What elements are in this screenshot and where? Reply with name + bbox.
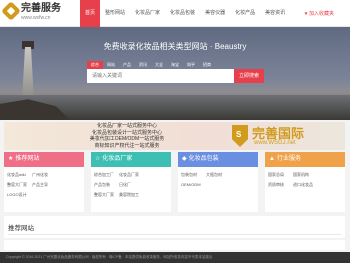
star-icon: ★ [8, 156, 14, 162]
main-nav: 首页 整形网站 化妆品厂家 化妆品包装 美容仪器 化妆产品 美容资讯 [80, 0, 290, 27]
logo-subtitle: www.wsfw.cn [21, 15, 51, 21]
card-manufacturer: ☆ 化妆品厂家 综合加工厂 化妆品厂家 产品包装 日化厂 整容大厂家 美容院加工 [91, 152, 171, 212]
top-bar: 完善服务 www.wsfw.cn 首页 整形网站 化妆品厂家 化妆品包装 美容仪… [0, 0, 350, 27]
banner-url: www.WSGJ.net [254, 140, 296, 146]
nav-item-manufacturer[interactable]: 化妆品厂家 [130, 0, 165, 27]
content-strip [4, 240, 345, 250]
nav-item-plastic[interactable]: 整形网站 [100, 0, 130, 27]
card-header: ▲ 行业服务 [265, 152, 345, 167]
search-tab[interactable]: 网站 [103, 61, 119, 69]
card-link[interactable]: 日化厂 [119, 180, 144, 190]
shield-letter: S [236, 130, 242, 139]
search-button[interactable]: 立即搜索 [234, 69, 264, 83]
search-tab[interactable]: 淘宝 [167, 61, 183, 69]
site-logo[interactable]: 完善服务 www.wsfw.cn [1, 1, 64, 24]
card-title: 行业服务 [276, 156, 301, 162]
card-link[interactable]: 美容院加工 [119, 190, 144, 200]
card-link[interactable]: 整容大厂家 [94, 190, 119, 200]
section-title: 推荐网站 [8, 225, 34, 232]
card-link[interactable]: 国家机构 [293, 170, 318, 180]
triangle-icon: ▲ [269, 156, 275, 162]
lighthouse [22, 47, 34, 101]
search-input[interactable] [87, 69, 234, 83]
logo-title: 完善服务 [21, 3, 61, 14]
card-link[interactable]: 化妆品厂家 [119, 170, 144, 180]
search-tab[interactable]: 产品 [119, 61, 135, 69]
card-industry-service: ▲ 行业服务 国家总局 国家机构 资质审核 进口化妆品 [265, 152, 345, 212]
card-header: ☆ 化妆品厂家 [91, 152, 171, 167]
hero-section: 免费收录化妆品相关类型网站 · Beaustry 综合 网站 产品 资讯 大全 … [0, 27, 350, 120]
card-title: 推荐网站 [15, 156, 40, 162]
search-tab[interactable]: 知乎 [183, 61, 199, 69]
shield-logo-icon: S [232, 125, 248, 147]
category-cards: ★ 推荐网站 化妆品wiki 广州化妆 整容大厂家 产品主导 LOGO设计 ☆ 化妆… [4, 152, 345, 212]
card-link[interactable]: LOGO设计 [7, 190, 32, 200]
banner-line: 商标知识产权代注一站式服务 [94, 142, 160, 149]
card-header: ★ 推荐网站 [4, 152, 84, 167]
nav-item-home[interactable]: 首页 [80, 0, 101, 27]
search-tabs: 综合 网站 产品 资讯 大全 淘宝 知乎 招商 [87, 61, 215, 69]
footer: Copyright © 2016-2021 广州完善化妆品服务有限公司 · 版权… [0, 252, 350, 263]
card-link[interactable]: 广州化妆 [32, 170, 57, 180]
add-favorite-link[interactable]: ♥ 加入收藏夹 [305, 10, 334, 17]
banner-text: 化妆品厂家一站式服务中心 化妆品包装设计一站式服务中心 美妆代加工OEM/ODM… [52, 123, 202, 149]
section-divider [8, 234, 341, 235]
diamond-icon: ◆ [182, 156, 187, 162]
recommended-section: 推荐网站 [4, 216, 345, 238]
search-tab[interactable]: 大全 [151, 61, 167, 69]
card-packaging: ◆ 化妆品包装 包装包材 大瓶包材 OEM/ODM [178, 152, 258, 212]
card-link[interactable]: 产品主导 [32, 180, 57, 190]
hero-title: 免费收录化妆品相关类型网站 · Beaustry [103, 42, 247, 51]
search-tab[interactable]: 招商 [199, 61, 215, 69]
card-link[interactable]: 化妆品wiki [7, 170, 32, 180]
search-tab[interactable]: 资讯 [135, 61, 151, 69]
add-favorite-label: 加入收藏夹 [308, 11, 334, 17]
card-title: 化妆品厂家 [102, 156, 133, 162]
card-link[interactable]: 进口化妆品 [293, 180, 318, 190]
nav-item-products[interactable]: 化妆产品 [230, 0, 260, 27]
logo-mark-icon [1, 1, 21, 21]
card-link[interactable]: 产品包装 [94, 180, 119, 190]
card-link[interactable]: OEM/ODM [181, 180, 206, 190]
nav-item-packaging[interactable]: 化妆品包装 [165, 0, 200, 27]
ad-banner[interactable]: 化妆品厂家一站式服务中心 化妆品包装设计一站式服务中心 美妆代加工OEM/ODM… [4, 122, 345, 150]
nav-item-news[interactable]: 美容资讯 [260, 0, 290, 27]
card-link[interactable]: 资质审核 [268, 180, 293, 190]
nav-item-instruments[interactable]: 美容仪器 [200, 0, 230, 27]
card-link[interactable]: 大瓶包材 [206, 170, 231, 180]
card-recommended: ★ 推荐网站 化妆品wiki 广州化妆 整容大厂家 产品主导 LOGO设计 [4, 152, 84, 212]
card-link[interactable]: 整容大厂家 [7, 180, 32, 190]
card-link[interactable]: 包装包材 [181, 170, 206, 180]
star-outline-icon: ☆ [95, 156, 101, 162]
card-title: 化妆品包装 [188, 156, 219, 162]
card-link[interactable]: 国家总局 [268, 170, 293, 180]
card-header: ◆ 化妆品包装 [178, 152, 258, 167]
search-tab[interactable]: 综合 [87, 61, 103, 69]
card-link[interactable]: 综合加工厂 [94, 170, 119, 180]
